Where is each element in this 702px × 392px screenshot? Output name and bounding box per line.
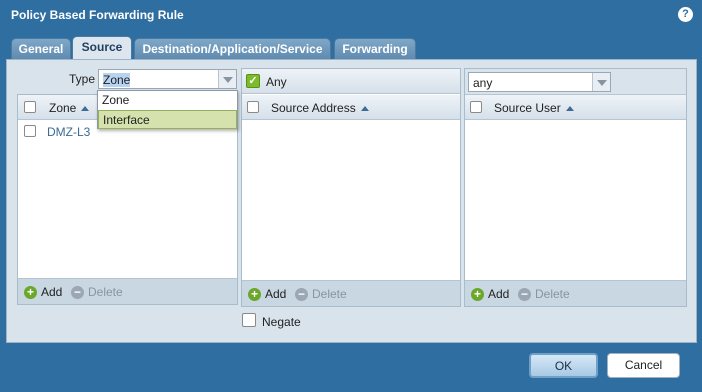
minus-icon: − [518, 288, 531, 302]
dropdown-option-zone[interactable]: Zone [98, 91, 237, 110]
pbf-rule-dialog: Policy Based Forwarding Rule ? General S… [0, 0, 702, 392]
type-select[interactable]: Zone [98, 69, 237, 89]
any-address-row: ✓ Any [242, 69, 460, 94]
zone-add-button[interactable]: + Add [24, 285, 62, 300]
user-delete-button[interactable]: − Delete [518, 287, 570, 302]
minus-icon: − [295, 288, 308, 302]
source-address-header-label[interactable]: Source Address [271, 101, 369, 115]
zone-panel-footer: + Add − Delete [18, 278, 237, 304]
address-delete-button[interactable]: − Delete [295, 287, 347, 302]
chevron-down-icon[interactable] [218, 70, 236, 88]
source-user-select[interactable]: any [468, 72, 611, 92]
source-user-header-label[interactable]: Source User [494, 101, 574, 115]
plus-icon: + [24, 286, 37, 300]
dropdown-option-interface[interactable]: Interface [98, 110, 237, 129]
source-user-column-header: Source User [465, 95, 686, 120]
source-address-column-header: Source Address [242, 95, 460, 120]
sort-ascending-icon [360, 106, 369, 112]
tab-destination-application-service[interactable]: Destination/Application/Service [134, 38, 331, 59]
source-user-selector-row: any [465, 69, 686, 95]
any-address-label: Any [266, 75, 287, 89]
plus-icon: + [248, 288, 261, 302]
any-address-checkbox[interactable]: ✓ [246, 74, 260, 88]
select-all-users-checkbox[interactable] [470, 101, 482, 113]
select-all-addresses-checkbox[interactable] [247, 101, 259, 113]
tab-source[interactable]: Source [72, 36, 132, 60]
type-label: Type [69, 72, 96, 86]
negate-checkbox[interactable] [242, 313, 256, 327]
chevron-down-icon[interactable] [592, 73, 610, 91]
row-checkbox[interactable] [24, 125, 36, 137]
cancel-button[interactable]: Cancel [607, 353, 680, 378]
help-icon[interactable]: ? [678, 7, 693, 22]
tab-general[interactable]: General [11, 38, 71, 59]
sort-ascending-icon [81, 106, 90, 112]
zone-delete-button[interactable]: − Delete [71, 285, 123, 300]
select-all-zones-checkbox[interactable] [24, 101, 36, 113]
zone-header-label[interactable]: Zone [49, 101, 90, 115]
source-address-panel: ✓ Any Source Address + Add − Delete [241, 68, 461, 307]
plus-icon: + [471, 288, 484, 302]
source-user-panel-footer: + Add − Delete [465, 280, 686, 306]
sort-ascending-icon [565, 106, 574, 112]
minus-icon: − [71, 286, 84, 300]
source-address-panel-footer: + Add − Delete [242, 280, 460, 306]
type-select-value: Zone [103, 73, 131, 87]
user-add-button[interactable]: + Add [471, 287, 509, 302]
source-user-select-value: any [473, 76, 493, 90]
source-user-panel: any Source User + Add − Delete [464, 68, 687, 307]
zone-name[interactable]: DMZ-L3 [47, 125, 90, 139]
dialog-title: Policy Based Forwarding Rule [11, 8, 184, 22]
type-dropdown-list: Zone Interface [97, 90, 238, 129]
address-add-button[interactable]: + Add [248, 287, 286, 302]
dialog-titlebar: Policy Based Forwarding Rule ? [0, 0, 702, 30]
negate-label: Negate [262, 315, 301, 329]
ok-button[interactable]: OK [529, 353, 598, 378]
tab-forwarding[interactable]: Forwarding [334, 38, 416, 59]
